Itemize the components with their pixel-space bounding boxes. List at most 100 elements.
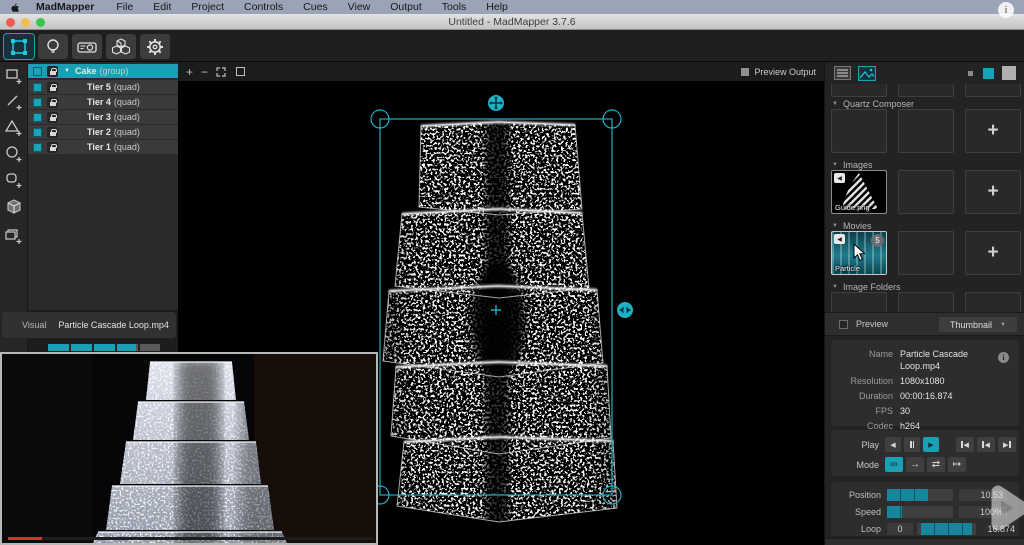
fit-view-icon[interactable] [216, 67, 226, 77]
info-overlay-icon[interactable]: i [998, 2, 1014, 18]
add-3d-object-tool[interactable] [4, 198, 24, 218]
zoom-out-icon[interactable]: − [201, 65, 208, 79]
disclosure-triangle-icon[interactable]: ▼ [832, 162, 838, 168]
thumb-size-medium[interactable] [983, 68, 994, 79]
prev-frame-button[interactable]: ◀ [977, 437, 995, 452]
thumb-size-small[interactable] [968, 71, 973, 76]
mode-hold-button[interactable]: ↦ [948, 457, 966, 472]
menu-cues[interactable]: Cues [293, 1, 338, 13]
lock-icon[interactable] [47, 97, 58, 108]
skip-start-button[interactable]: ◀ [956, 437, 974, 452]
play-reverse-button[interactable]: ◀ [885, 437, 901, 452]
materials-mode-button[interactable] [106, 34, 136, 59]
add-movie-button[interactable]: + [965, 231, 1021, 275]
thumbnail-dropdown[interactable]: Thumbnail ▼ [939, 317, 1017, 332]
layer-color-swatch[interactable] [33, 67, 42, 76]
disclosure-triangle-icon[interactable]: ▼ [832, 284, 838, 290]
mode-once-button[interactable]: → [906, 457, 924, 472]
thumb-size-large[interactable] [1002, 66, 1016, 80]
menu-tools[interactable]: Tools [432, 1, 477, 13]
menu-file[interactable]: File [106, 1, 143, 13]
surfaces-mode-button[interactable] [4, 34, 34, 59]
opacity-segment-bar[interactable] [48, 344, 160, 351]
preview-checkbox[interactable] [839, 320, 848, 329]
mode-loop-button[interactable]: ∞ [885, 457, 903, 472]
preview-output-checkbox[interactable] [741, 68, 749, 76]
fixtures-mode-button[interactable] [38, 34, 68, 59]
add-group-tool[interactable] [4, 226, 24, 246]
lock-icon[interactable] [47, 142, 58, 153]
close-window-button[interactable] [6, 18, 15, 27]
menu-edit[interactable]: Edit [143, 1, 181, 13]
disclosure-triangle-icon[interactable]: ▼ [64, 68, 70, 74]
layer-color-swatch[interactable] [33, 128, 42, 137]
media-slot-empty[interactable] [831, 84, 887, 97]
section-images[interactable]: ▼ Images [832, 160, 872, 170]
media-info-icon[interactable]: i [998, 352, 1009, 363]
menu-help[interactable]: Help [476, 1, 518, 13]
media-slot-empty[interactable] [965, 84, 1021, 97]
layer-color-swatch[interactable] [33, 98, 42, 107]
speed-slider[interactable] [887, 506, 953, 518]
menu-view[interactable]: View [338, 1, 381, 13]
next-frame-button[interactable]: ▶ [998, 437, 1016, 452]
layer-row-tier4[interactable]: Tier 4(quad) [28, 95, 178, 109]
add-image-button[interactable]: + [965, 170, 1021, 214]
section-quartz-composer[interactable]: ▼ Quartz Composer [832, 99, 914, 109]
lock-icon[interactable] [47, 66, 58, 77]
layer-row-cake-group[interactable]: ▼ Cake (group) [28, 64, 178, 78]
add-ellipse-tool[interactable] [4, 144, 24, 164]
loop-range-slider[interactable] [917, 523, 976, 535]
layer-row-tier3[interactable]: Tier 3(quad) [28, 110, 178, 124]
pause-button[interactable] [904, 437, 920, 452]
projectors-mode-button[interactable] [72, 34, 102, 59]
settings-mode-button[interactable] [140, 34, 170, 59]
minimize-window-button[interactable] [21, 18, 30, 27]
layer-color-swatch[interactable] [33, 143, 42, 152]
thumbnail-view-icon[interactable] [858, 66, 876, 81]
add-quartz-button[interactable]: + [965, 109, 1021, 153]
section-image-folders[interactable]: ▼ Image Folders [832, 282, 900, 292]
quartz-slot-empty[interactable] [898, 109, 954, 153]
section-movies[interactable]: ▼ Movies [832, 221, 871, 231]
apple-icon[interactable] [10, 2, 20, 13]
add-triangle-tool[interactable] [4, 118, 24, 138]
menu-project[interactable]: Project [181, 1, 234, 13]
folder-slot-empty[interactable] [965, 292, 1021, 312]
video-progress-track[interactable] [8, 537, 374, 540]
layer-row-tier2[interactable]: Tier 2(quad) [28, 125, 178, 139]
image-slot-empty[interactable] [898, 170, 954, 214]
layer-color-swatch[interactable] [33, 83, 42, 92]
output-preview-window[interactable] [0, 352, 378, 545]
frame-icon[interactable] [236, 67, 245, 76]
disclosure-triangle-icon[interactable]: ▼ [832, 223, 838, 229]
quartz-slot-empty[interactable] [831, 109, 887, 153]
lock-icon[interactable] [47, 127, 58, 138]
menu-controls[interactable]: Controls [234, 1, 293, 13]
media-slot-empty[interactable] [898, 84, 954, 97]
mode-pingpong-button[interactable]: ⇄ [927, 457, 945, 472]
add-line-tool[interactable] [4, 92, 24, 112]
play-button[interactable]: ▶ [923, 437, 939, 452]
layer-row-tier1[interactable]: Tier 1(quad) [28, 140, 178, 154]
add-quad-tool[interactable] [4, 66, 24, 86]
layer-color-swatch[interactable] [33, 113, 42, 122]
image-thumbnail-guide[interactable]: ◀ Guide.png [831, 170, 887, 214]
lock-icon[interactable] [47, 82, 58, 93]
disclosure-triangle-icon[interactable]: ▼ [832, 101, 838, 107]
movie-slot-empty[interactable] [898, 231, 954, 275]
menu-output[interactable]: Output [380, 1, 432, 13]
list-view-icon[interactable] [834, 66, 851, 80]
layer-row-tier5[interactable]: Tier 5(quad) [28, 80, 178, 94]
add-mask-tool[interactable] [4, 170, 24, 190]
selection-side-handle[interactable] [617, 302, 633, 318]
folder-slot-empty[interactable] [898, 292, 954, 312]
folder-slot-empty[interactable] [831, 292, 887, 312]
zoom-in-icon[interactable]: + [186, 65, 193, 79]
visual-assignment-row[interactable]: Visual Particle Cascade Loop.mp4 [2, 312, 176, 338]
menu-appname[interactable]: MadMapper [34, 1, 106, 13]
selection-move-handle[interactable] [488, 95, 504, 111]
loop-start-value[interactable]: 0 [887, 523, 913, 535]
position-slider[interactable] [887, 489, 953, 501]
lock-icon[interactable] [47, 112, 58, 123]
